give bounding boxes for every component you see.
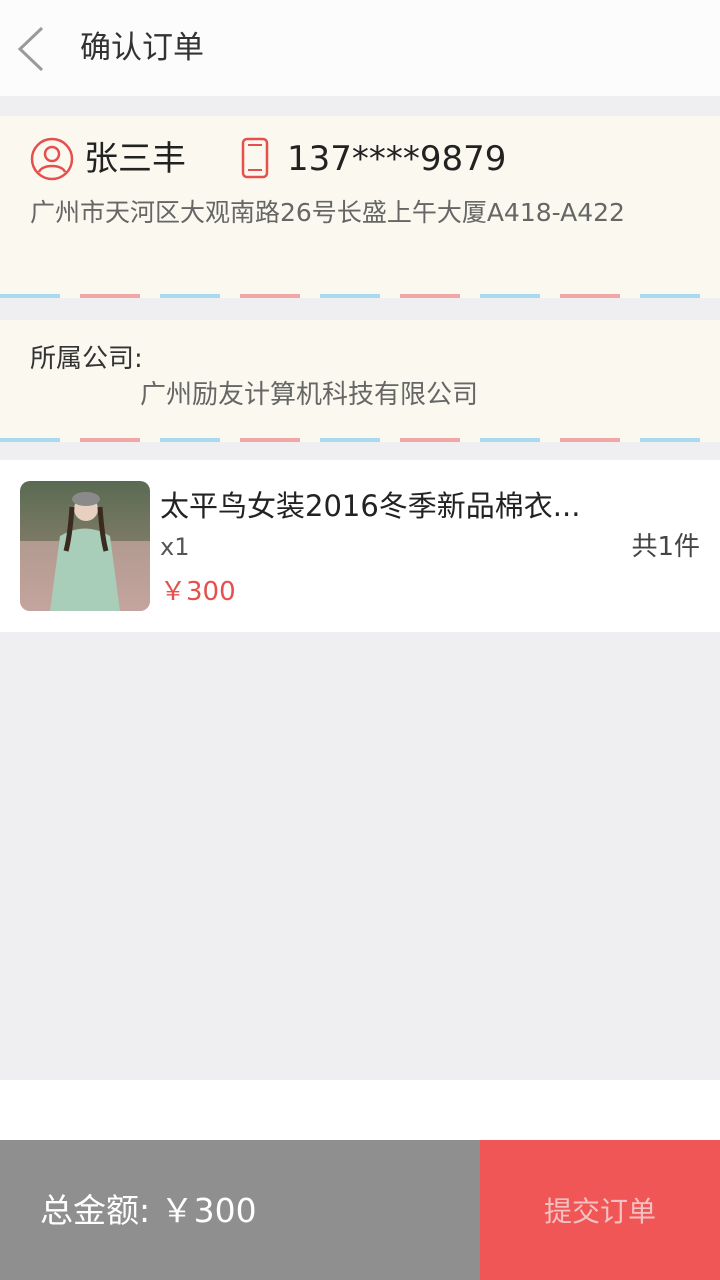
recipient-phone: 137****9879 <box>287 139 507 179</box>
phone-icon <box>241 137 269 179</box>
back-button[interactable] <box>10 22 62 76</box>
footer-spacer <box>0 1080 720 1140</box>
item-count: 共1件 <box>631 532 700 562</box>
recipient-name: 张三丰 <box>84 139 186 179</box>
top-bar: 确认订单 <box>0 0 720 96</box>
checkout-bar: 总金额: ￥300 提交订单 <box>0 1140 720 1280</box>
company-label: 所属公司: <box>30 344 143 374</box>
product-photo <box>20 481 150 611</box>
airmail-border-bottom <box>0 294 720 298</box>
submit-order-button[interactable]: 提交订单 <box>480 1140 720 1280</box>
chevron-left-icon <box>17 26 44 72</box>
product-quantity: x1 <box>160 533 190 561</box>
company-name: 广州励友计算机科技有限公司 <box>140 380 479 410</box>
page-title: 确认订单 <box>80 30 204 66</box>
product-thumbnail[interactable] <box>20 481 150 611</box>
product-price: ￥300 <box>160 577 236 607</box>
user-icon <box>30 137 74 181</box>
product-title: 太平鸟女装2016冬季新品棉衣... <box>160 489 581 523</box>
total-amount-area: 总金额: ￥300 <box>0 1140 480 1280</box>
total-amount: 总金额: ￥300 <box>40 1191 257 1230</box>
recipient-address: 广州市天河区大观南路26号长盛上午大厦A418-A422 <box>30 198 625 227</box>
airmail-border-bottom <box>0 438 720 442</box>
